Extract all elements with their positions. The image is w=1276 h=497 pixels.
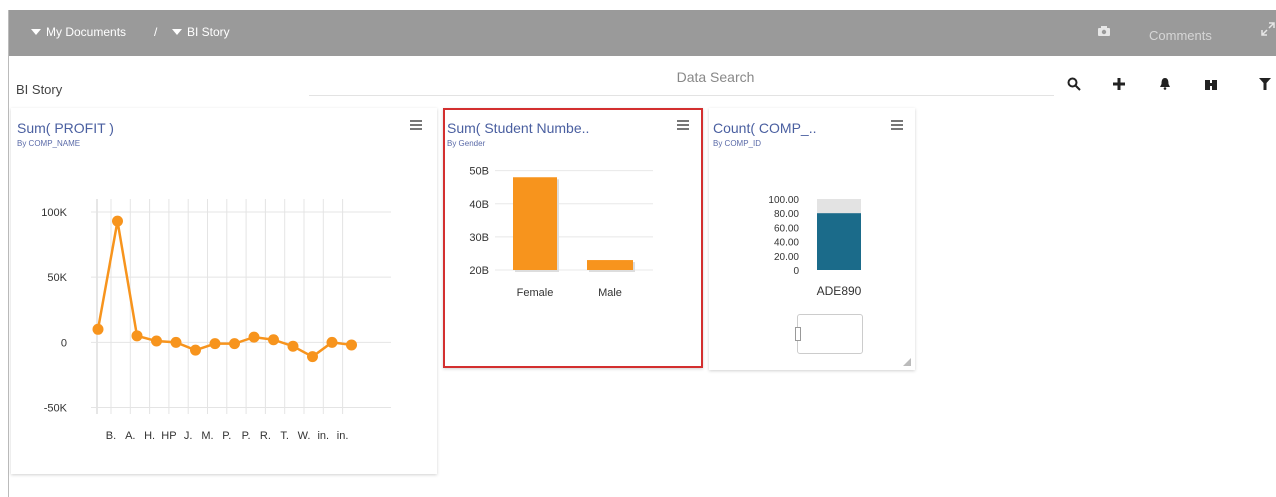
data-point [190,344,201,356]
search-icon [1067,77,1081,91]
x-tick-label: B. [106,430,116,442]
binoculars-icon [1205,80,1217,90]
y-tick-label: 80.00 [774,209,799,220]
data-point [346,339,357,351]
x-tick-label: R. [260,430,271,442]
x-tick-label: P. [242,430,251,442]
resize-handle-icon[interactable] [903,358,911,366]
y-tick-label: 50B [469,166,489,178]
x-tick-label: H. [144,430,155,442]
student-bar-chart: 50B 40B 30B 20B Female Male [469,166,653,299]
x-tick-label: in. [337,430,349,442]
data-search-box[interactable] [309,58,1054,96]
camera-icon[interactable] [1097,24,1111,38]
card-title: Sum( PROFIT ) [17,120,114,136]
x-tick-label: HP [161,430,176,442]
data-point [209,338,221,350]
card-menu-icon[interactable] [891,120,903,130]
data-point [248,331,260,343]
x-tick-label: W. [298,430,311,442]
x-tick-label: Male [598,287,622,299]
y-tick-label: 0 [793,266,799,277]
x-tick-label: J. [184,430,193,442]
filter-icon [1259,78,1271,90]
plus-icon [1113,78,1125,90]
data-search-input[interactable] [309,58,1054,95]
expand-icon[interactable] [1261,22,1275,36]
card-title: Sum( Student Numbe.. [447,120,590,136]
story-toolbar: BI Story [9,56,1276,100]
bar-male [587,260,633,270]
story-frame: My Documents / BI Story Comments BI Stor… [8,10,1276,497]
data-point [170,336,182,348]
y-tick-label: 20.00 [774,252,799,263]
bar-female [513,177,557,270]
y-tick-label: 100K [41,207,67,219]
save-button[interactable] [1199,72,1223,96]
data-point [92,323,104,335]
card-title: Count( COMP_.. [713,120,817,136]
y-tick-label: -50K [44,402,68,414]
x-tick-label: in. [317,430,329,442]
card-subtitle: By COMP_ID [713,139,762,148]
data-point [326,336,338,348]
y-tick-label: 40.00 [774,238,799,249]
caret-down-icon [172,29,182,35]
y-tick-label: 60.00 [774,223,799,234]
notification-button[interactable] [1153,72,1177,96]
breadcrumb-my-documents[interactable]: My Documents [31,25,126,39]
bar-ade890 [817,213,861,270]
y-tick-label: 30B [469,232,489,244]
data-point [287,340,299,352]
data-point [151,335,162,347]
data-point [112,215,123,227]
bell-icon [1160,78,1170,90]
chart-scroller[interactable] [795,314,863,354]
x-tick-label: T. [280,430,289,442]
y-tick-label: 50K [47,272,67,284]
story-title: BI Story [16,82,63,97]
x-tick-label: ADE890 [817,284,862,298]
breadcrumb-separator: / [154,25,158,39]
data-point [131,330,143,342]
y-tick-label: 100.00 [768,195,799,206]
count-chart-card[interactable]: Count( COMP_.. By COMP_ID 100.00 80.00 60.… [709,108,915,370]
top-bar: My Documents / BI Story Comments [9,10,1276,56]
x-tick-label: Female [517,287,554,299]
data-point [307,351,318,363]
scroller-handle[interactable] [795,327,801,341]
breadcrumb-bi-story[interactable]: BI Story [172,25,230,39]
y-tick-label: 20B [469,265,489,277]
y-tick-label: 40B [469,199,489,211]
card-menu-icon[interactable] [677,120,689,130]
student-chart-card[interactable]: Sum( Student Numbe.. By Gender 50B 40B 30B… [443,108,703,368]
search-button[interactable] [1062,72,1086,96]
profit-chart-card[interactable]: Sum( PROFIT ) By COMP_NAME B. A. H. HP J. M. P… [11,108,437,474]
caret-down-icon [31,29,41,35]
card-subtitle: By Gender [447,139,486,148]
breadcrumb-root-label: My Documents [46,25,127,39]
comments-button[interactable]: Comments [1149,28,1212,43]
card-menu-icon[interactable] [410,120,422,130]
x-tick-label: P. [222,430,231,442]
add-button[interactable] [1107,72,1131,96]
data-point [229,338,240,350]
x-tick-label: M. [201,430,213,442]
data-point [268,334,279,346]
breadcrumb-current-label: BI Story [187,25,230,39]
filter-button[interactable] [1253,72,1276,96]
profit-line-chart: B. A. H. HP J. M. P. P. R. T. W. in. in. 100K 50K 0 -50K [41,199,391,442]
y-tick-label: 0 [61,337,67,349]
x-tick-label: A. [125,430,135,442]
